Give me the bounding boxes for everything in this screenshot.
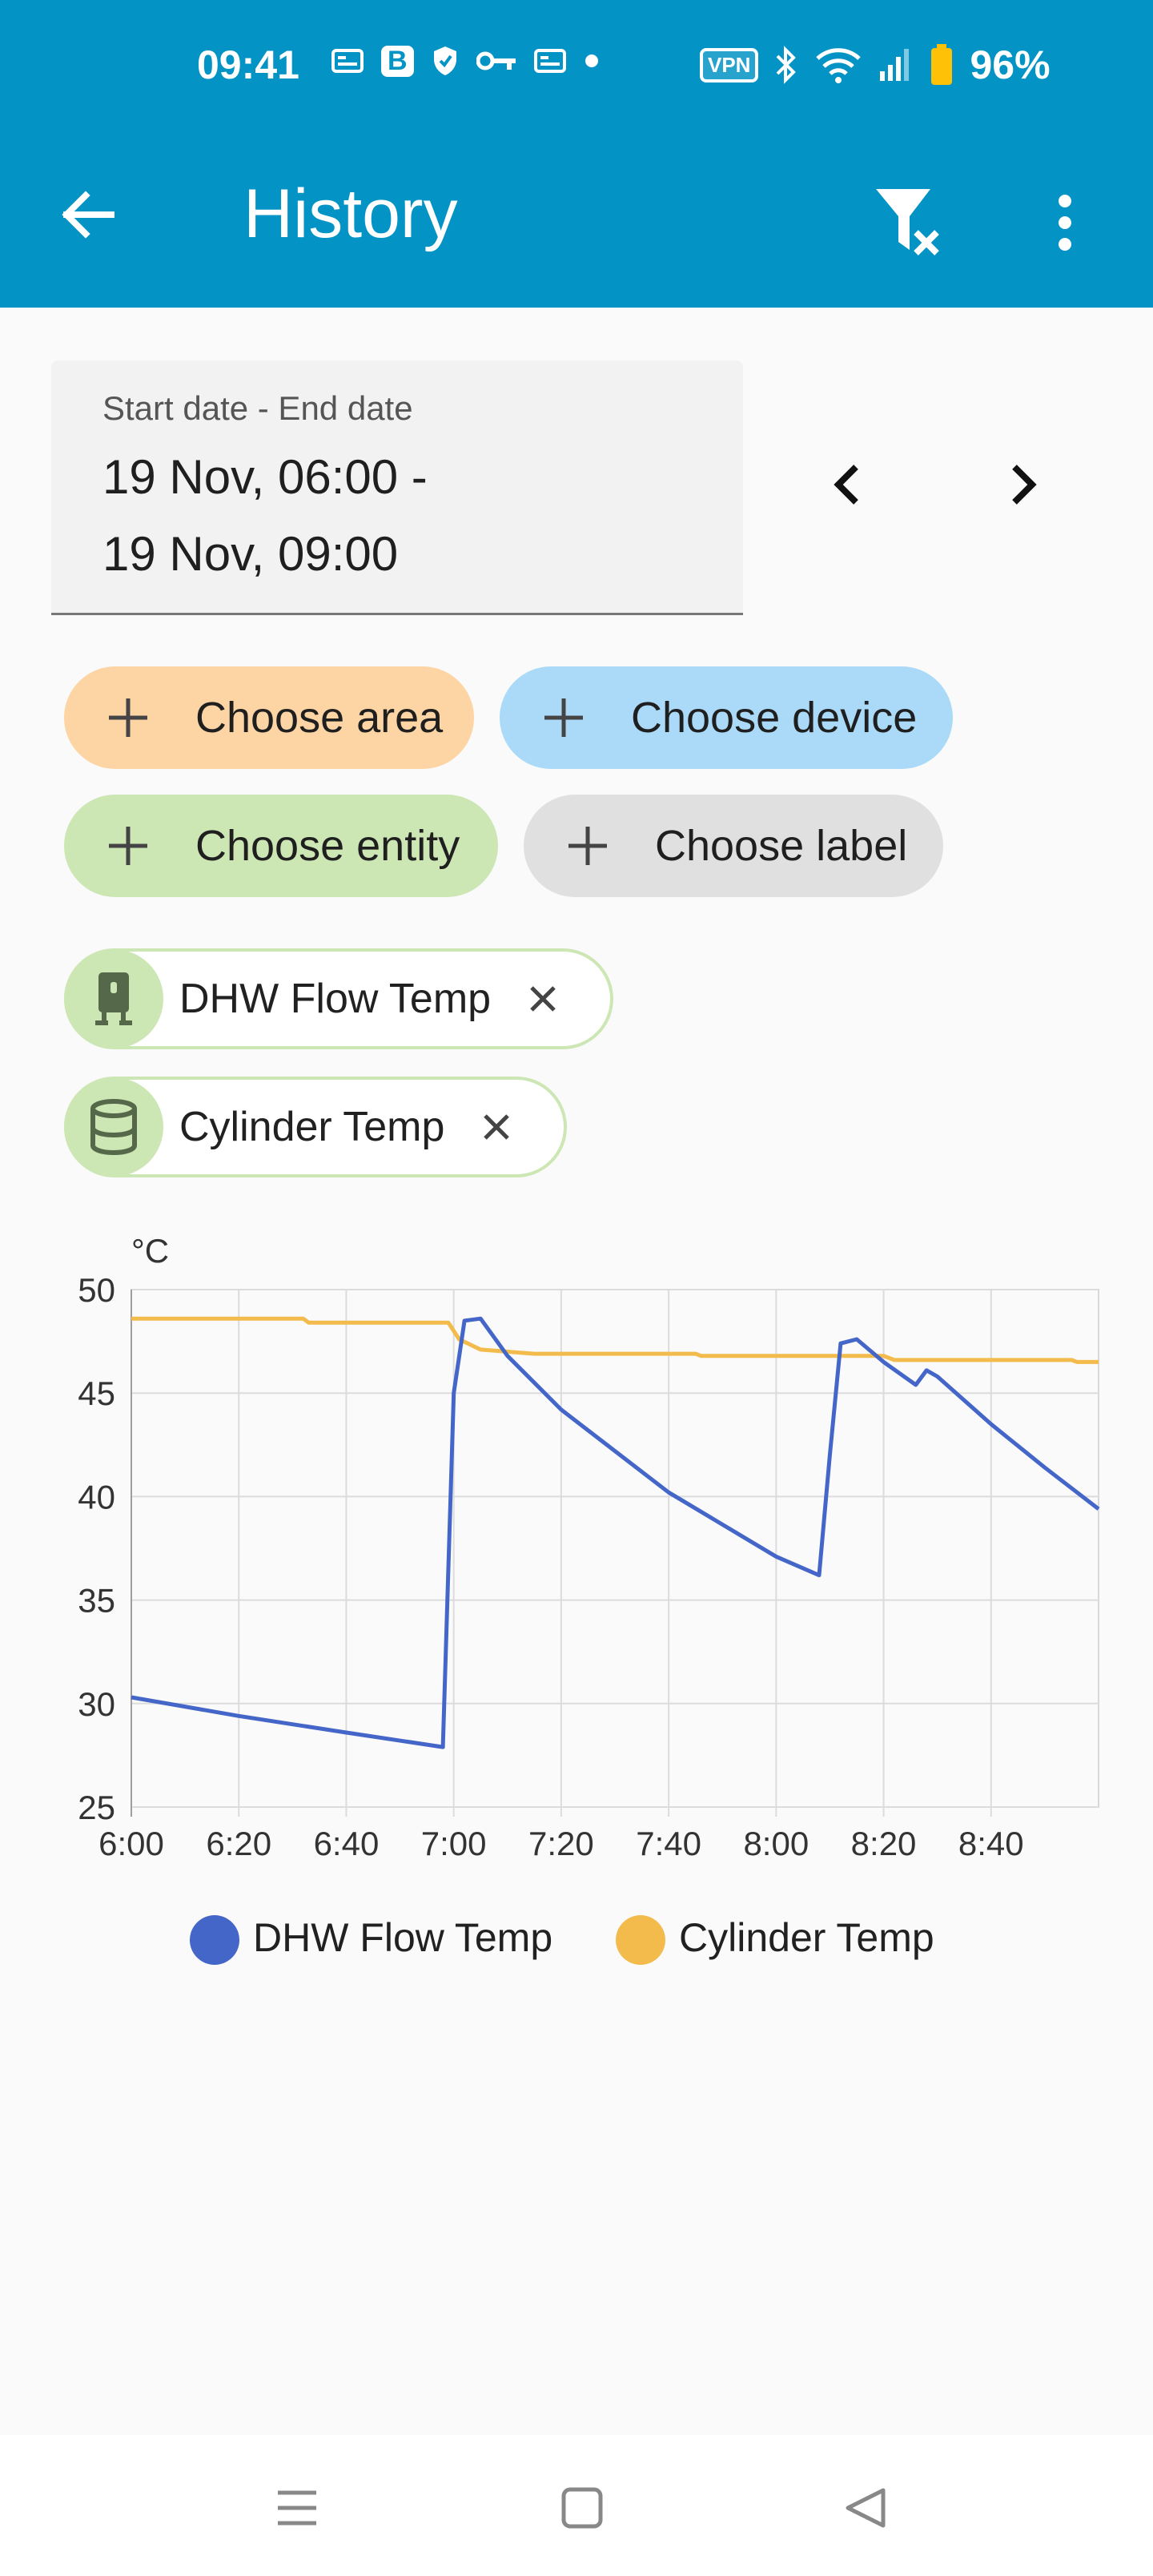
legend-label[interactable]: DHW Flow Temp — [253, 1915, 552, 1960]
dot-icon — [585, 54, 598, 67]
b-app-icon: B — [381, 45, 414, 77]
square-icon — [561, 2487, 603, 2529]
status-time: 09:41 — [197, 42, 299, 87]
choose-device-button[interactable]: Choose device — [500, 666, 953, 769]
app-bar: 09:41 B VPN 96% History — [0, 0, 1153, 308]
history-line-chart[interactable]: 50 45 40 35 30 256:00 6:20 6:40 7:00 7:20 7:40 8:00… — [0, 1218, 1153, 2035]
date-range-label: Start date - End date — [102, 389, 413, 427]
x-tick-label: 7:20 — [528, 1825, 594, 1862]
plus-icon — [106, 697, 151, 739]
notification-icon — [331, 49, 364, 73]
wifi-icon — [816, 48, 862, 83]
y-tick-label: 45 — [78, 1375, 115, 1412]
system-navigation-bar — [0, 2435, 1153, 2576]
x-tick-label: 6:20 — [206, 1825, 271, 1862]
arrow-left-icon — [62, 191, 114, 239]
choose-device-label: Choose device — [631, 694, 918, 742]
water-heater-icon — [64, 949, 163, 1049]
legend-marker — [190, 1915, 239, 1965]
y-tick-label: 30 — [78, 1685, 115, 1723]
remove-entity-button[interactable] — [476, 1113, 516, 1141]
series-line-cylinder-temp — [131, 1316, 1099, 1364]
filter-remove-icon — [876, 189, 939, 256]
legend-marker — [616, 1915, 665, 1965]
close-icon — [530, 986, 556, 1012]
choose-label-label: Choose label — [655, 822, 908, 870]
date-range-picker[interactable]: Start date - End date 19 Nov, 06:00 - 19… — [51, 360, 743, 615]
previous-period-button[interactable] — [809, 447, 884, 522]
menu-icon — [278, 2490, 316, 2526]
next-period-button[interactable] — [986, 447, 1062, 522]
battery-percentage: 96% — [970, 42, 1051, 87]
x-tick-label: 7:00 — [421, 1825, 487, 1862]
bluetooth-icon — [777, 46, 797, 84]
plus-icon — [565, 825, 610, 867]
back-nav-button[interactable] — [839, 2481, 892, 2534]
battery-icon — [931, 44, 953, 85]
plus-icon — [106, 825, 151, 867]
choose-area-label: Choose area — [195, 694, 444, 742]
shield-icon — [433, 46, 456, 75]
entity-chip-label: Cylinder Temp — [179, 1104, 445, 1150]
triangle-back-icon — [846, 2488, 886, 2528]
vpn-badge: VPN — [700, 47, 759, 83]
back-button[interactable] — [53, 181, 120, 248]
x-tick-label: 6:40 — [314, 1825, 380, 1862]
x-tick-label: 6:00 — [98, 1825, 164, 1862]
more-options-button[interactable] — [1041, 183, 1089, 263]
x-tick-label: 8:20 — [851, 1825, 917, 1862]
y-tick-label: 50 — [78, 1271, 115, 1309]
choose-area-button[interactable]: Choose area — [64, 666, 474, 769]
status-bar: 09:41 B VPN 96% — [0, 0, 1153, 135]
choose-label-button[interactable]: Choose label — [524, 795, 943, 897]
signal-icon — [880, 49, 910, 81]
legend-label[interactable]: Cylinder Temp — [679, 1915, 934, 1960]
entity-chip-dhw-flow-temp[interactable]: DHW Flow Temp — [64, 948, 613, 1049]
status-notification-icons: B — [331, 45, 600, 77]
notification-icon — [533, 49, 566, 73]
y-tick-label: 25 — [78, 1789, 115, 1826]
close-icon — [484, 1114, 510, 1140]
recents-button[interactable] — [271, 2481, 323, 2534]
x-tick-label: 8:00 — [743, 1825, 809, 1862]
entity-chip-cylinder-temp[interactable]: Cylinder Temp — [64, 1077, 567, 1177]
home-button[interactable] — [556, 2481, 609, 2534]
plot-area — [131, 1289, 1099, 1808]
x-tick-label: 7:40 — [636, 1825, 701, 1862]
clear-filter-button[interactable] — [870, 183, 950, 263]
plus-icon — [541, 697, 586, 739]
series-line-dhw-flow-temp — [131, 1316, 1100, 1749]
x-tick-label: 8:40 — [958, 1825, 1024, 1862]
key-icon — [476, 51, 516, 70]
cylinder-icon — [64, 1077, 163, 1177]
entity-chip-label: DHW Flow Temp — [179, 976, 492, 1022]
chevron-left-icon — [834, 465, 858, 505]
page-title: History — [243, 175, 458, 252]
choose-entity-button[interactable]: Choose entity — [64, 795, 498, 897]
y-axis-unit-label: °C — [131, 1232, 169, 1270]
date-range-value: 19 Nov, 06:00 - 19 Nov, 09:00 — [102, 450, 428, 581]
chevron-right-icon — [1012, 465, 1037, 505]
more-vertical-icon — [1059, 195, 1071, 251]
y-tick-label: 35 — [78, 1582, 115, 1620]
status-system-icons: VPN 96% — [700, 42, 1051, 88]
y-tick-label: 40 — [78, 1478, 115, 1515]
choose-entity-label: Choose entity — [195, 822, 460, 870]
remove-entity-button[interactable] — [523, 984, 563, 1013]
